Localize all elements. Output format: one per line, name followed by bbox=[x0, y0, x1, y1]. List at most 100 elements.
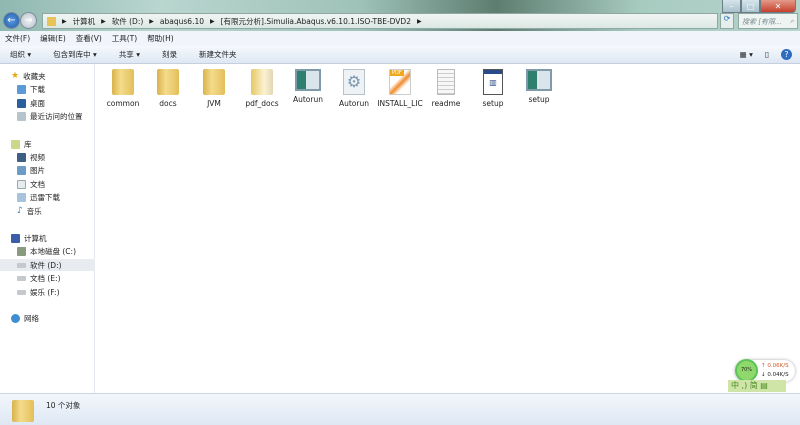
drive-icon bbox=[17, 275, 26, 281]
share-button[interactable]: 共享 ▾ bbox=[119, 49, 140, 60]
sidebar-item-drive-c[interactable]: 本地磁盘 (C:) bbox=[0, 245, 95, 257]
menu-help[interactable]: 帮助(H) bbox=[147, 33, 174, 44]
sidebar-item-pictures[interactable]: 图片 bbox=[0, 164, 95, 176]
search-placeholder: 搜索 [有限... bbox=[742, 18, 782, 26]
network-monitor-widget[interactable]: 70% ↑ 0.06K/S ↓ 0.04K/S bbox=[735, 359, 795, 382]
label: 图片 bbox=[30, 165, 45, 175]
preview-pane-icon[interactable]: ▯ bbox=[765, 50, 769, 59]
sidebar-item-thunder-downloads[interactable]: 迅雷下载 bbox=[0, 191, 95, 203]
file-item[interactable]: docs bbox=[145, 69, 191, 108]
sidebar-item-drive-e[interactable]: 文档 (E:) bbox=[0, 272, 95, 284]
burn-button[interactable]: 刻录 bbox=[162, 49, 177, 60]
file-item[interactable]: JVM bbox=[191, 69, 237, 108]
drive-icon bbox=[17, 262, 26, 268]
music-icon: ♪ bbox=[17, 206, 23, 216]
include-in-library-button[interactable]: 包含到库中 ▾ bbox=[53, 49, 97, 60]
settings-file-icon: ⚙ bbox=[343, 69, 365, 95]
label: 桌面 bbox=[30, 98, 45, 108]
label: 软件 (D:) bbox=[30, 260, 62, 270]
file-item[interactable]: pdf_docs bbox=[239, 69, 285, 108]
file-item[interactable]: setup bbox=[516, 69, 562, 104]
file-item[interactable]: Autorun bbox=[285, 69, 331, 104]
menu-bar: 文件(F) 编辑(E) 查看(V) 工具(T) 帮助(H) bbox=[0, 31, 800, 46]
menu-file[interactable]: 文件(F) bbox=[5, 33, 30, 44]
documents-icon bbox=[17, 179, 26, 189]
file-item[interactable]: ▥ setup bbox=[470, 69, 516, 108]
file-item[interactable]: common bbox=[100, 69, 146, 108]
maximize-button[interactable]: □ bbox=[741, 0, 760, 13]
file-name: common bbox=[106, 99, 140, 108]
download-icon bbox=[17, 84, 26, 94]
file-name: setup bbox=[528, 95, 550, 104]
back-button[interactable]: ← bbox=[3, 12, 20, 29]
label: 收藏夹 bbox=[23, 71, 46, 81]
pictures-icon bbox=[17, 165, 26, 175]
help-icon[interactable]: ? bbox=[781, 49, 792, 60]
label: 计算机 bbox=[24, 233, 47, 243]
menu-edit[interactable]: 编辑(E) bbox=[40, 33, 66, 44]
file-item[interactable]: PDF INSTALL_LIC bbox=[377, 69, 423, 108]
refresh-button[interactable]: ⟳ bbox=[720, 13, 734, 29]
upload-speed: ↑ 0.06K/S bbox=[761, 363, 789, 369]
menu-view[interactable]: 查看(V) bbox=[76, 33, 102, 44]
sidebar-favorites[interactable]: ★ 收藏夹 bbox=[0, 70, 95, 82]
forward-button[interactable]: → bbox=[20, 12, 37, 29]
sidebar-item-videos[interactable]: 视频 bbox=[0, 151, 95, 163]
sidebar-item-downloads[interactable]: 下载 bbox=[0, 83, 95, 95]
file-item[interactable]: ⚙ Autorun bbox=[331, 69, 377, 108]
file-item[interactable]: readme bbox=[423, 69, 469, 108]
label: 视频 bbox=[30, 152, 45, 162]
view-options-icon[interactable]: ▦ ▾ bbox=[740, 50, 753, 59]
breadcrumb-item[interactable]: abaqus6.10 bbox=[160, 17, 204, 26]
breadcrumb-item[interactable]: 软件 (D:) bbox=[112, 16, 144, 27]
pdf-icon: PDF bbox=[389, 69, 411, 95]
application-icon bbox=[295, 69, 321, 91]
title-bar: – □ ✕ ← → ▶ 计算机 ▶ 软件 (D:) ▶ abaqus6.10 ▶ [有限… bbox=[0, 0, 800, 31]
library-icon bbox=[11, 139, 20, 149]
sidebar-item-music[interactable]: ♪ 音乐 bbox=[0, 205, 95, 217]
sidebar-network[interactable]: 网络 bbox=[0, 312, 95, 324]
sidebar-item-drive-d[interactable]: 软件 (D:) bbox=[0, 259, 95, 271]
file-name: setup bbox=[482, 99, 504, 108]
sidebar-libraries[interactable]: 库 bbox=[0, 138, 95, 150]
command-bar: 组织 ▾ 包含到库中 ▾ 共享 ▾ 刻录 新建文件夹 bbox=[0, 46, 800, 64]
setup-window-icon: ▥ bbox=[483, 69, 503, 95]
folder-icon bbox=[12, 400, 34, 422]
label: 文档 bbox=[30, 179, 45, 189]
file-name: readme bbox=[431, 99, 461, 108]
search-input[interactable]: 搜索 [有限... ⌕ bbox=[738, 13, 798, 29]
organize-button[interactable]: 组织 ▾ bbox=[10, 49, 31, 60]
folder-icon bbox=[112, 69, 134, 95]
sidebar-item-desktop[interactable]: 桌面 bbox=[0, 97, 95, 109]
file-name: pdf_docs bbox=[245, 99, 279, 108]
desktop-icon bbox=[17, 98, 26, 108]
label: 音乐 bbox=[26, 206, 42, 216]
file-name: INSTALL_LIC bbox=[377, 99, 423, 108]
thunder-download-icon bbox=[17, 192, 26, 202]
minimize-button[interactable]: – bbox=[722, 0, 741, 13]
application-icon bbox=[526, 69, 552, 91]
label: 文档 (E:) bbox=[30, 273, 61, 283]
label: 网络 bbox=[24, 313, 39, 323]
sidebar-item-documents[interactable]: 文档 bbox=[0, 178, 95, 190]
menu-tools[interactable]: 工具(T) bbox=[112, 33, 137, 44]
drive-icon bbox=[17, 289, 26, 295]
search-icon: ⌕ bbox=[790, 17, 794, 25]
ime-toolbar[interactable]: 中 ,) 简 ▤ bbox=[728, 380, 786, 392]
label: 库 bbox=[24, 139, 32, 149]
close-button[interactable]: ✕ bbox=[760, 0, 796, 13]
address-bar[interactable]: ▶ 计算机 ▶ 软件 (D:) ▶ abaqus6.10 ▶ [有限元分析].Simul… bbox=[42, 13, 718, 29]
usage-gauge: 70% bbox=[735, 359, 758, 382]
new-folder-button[interactable]: 新建文件夹 bbox=[199, 49, 237, 60]
breadcrumb-item[interactable]: 计算机 bbox=[73, 16, 96, 27]
label: 下载 bbox=[30, 84, 45, 94]
file-name: JVM bbox=[207, 99, 221, 108]
network-icon bbox=[11, 313, 20, 323]
sidebar-item-drive-f[interactable]: 娱乐 (F:) bbox=[0, 286, 95, 298]
system-drive-icon bbox=[17, 246, 26, 256]
breadcrumb-item[interactable]: [有限元分析].Simulia.Abaqus.v6.10.1.ISO-TBE-D… bbox=[221, 16, 411, 27]
sidebar-item-recent[interactable]: 最近访问的位置 bbox=[0, 110, 95, 122]
sidebar-computer[interactable]: 计算机 bbox=[0, 232, 95, 244]
file-name: Autorun bbox=[292, 95, 323, 104]
file-name: Autorun bbox=[338, 99, 369, 108]
